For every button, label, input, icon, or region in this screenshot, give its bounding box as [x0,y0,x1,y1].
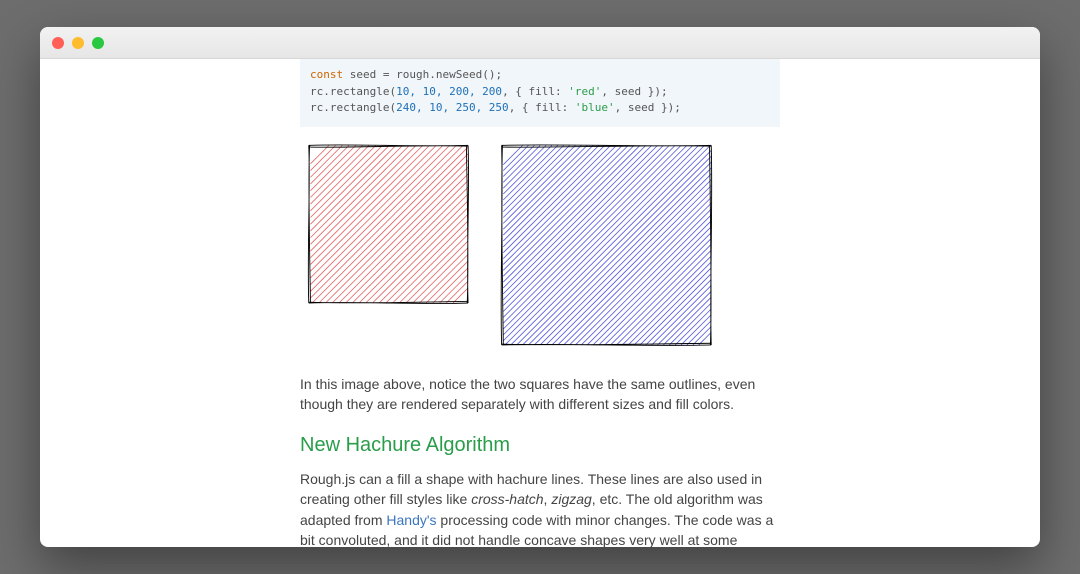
example-figure [300,137,780,360]
code-text: rc.rectangle( [310,85,396,98]
code-text: seed = rough.newSeed(); [343,68,502,81]
code-text: rc.rectangle( [310,101,396,114]
code-string: 'blue' [575,101,615,114]
code-number: 240, 10, 250, 250 [396,101,509,114]
minimize-icon[interactable] [72,37,84,49]
paragraph-caption: In this image above, notice the two squa… [300,374,780,415]
paragraph-hachure: Rough.js can a fill a shape with hachure… [300,469,780,547]
close-icon[interactable] [52,37,64,49]
heading-hachure: New Hachure Algorithm [300,434,780,457]
article-content: const seed = rough.newSeed(); rc.rectang… [300,59,780,547]
code-text: , seed }); [615,101,681,114]
maximize-icon[interactable] [92,37,104,49]
app-window: const seed = rough.newSeed(); rc.rectang… [40,27,1040,547]
content-viewport: const seed = rough.newSeed(); rc.rectang… [40,59,1040,547]
code-text: , { fill: [502,85,568,98]
code-string: 'red' [568,85,601,98]
code-block: const seed = rough.newSeed(); rc.rectang… [300,59,780,127]
em-crosshatch: cross-hatch [471,491,543,507]
titlebar [40,27,1040,59]
code-number: 10, 10, 200, 200 [396,85,502,98]
code-text: , { fill: [509,101,575,114]
code-text: , seed }); [601,85,667,98]
em-zigzag: zigzag [551,491,591,507]
blue-square-fill [503,145,711,345]
rough-squares-svg [300,137,720,355]
blue-square-outline [501,144,712,345]
code-keyword: const [310,68,343,81]
link-handy[interactable]: Handy's [386,512,436,528]
red-square-fill [310,145,468,303]
